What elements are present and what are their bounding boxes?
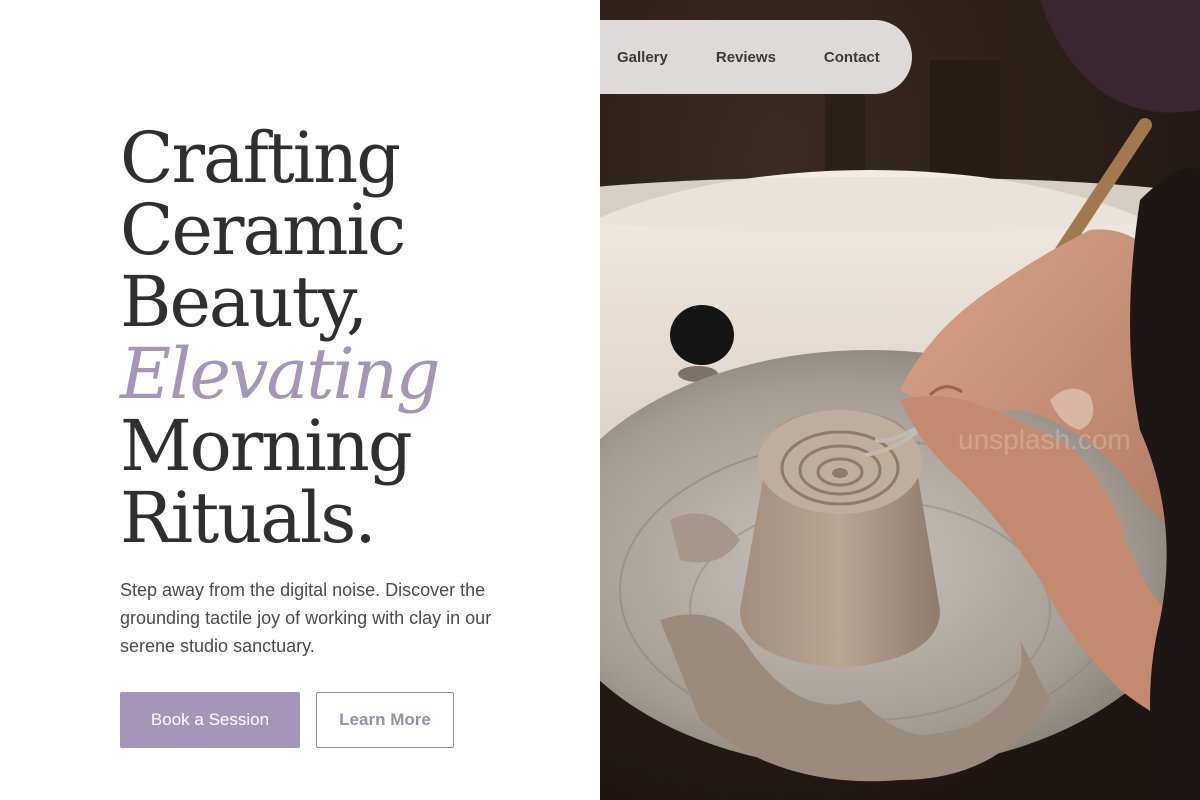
hero-description: Step away from the digital noise. Discov… xyxy=(120,580,492,656)
headline-line: Crafting xyxy=(120,117,401,199)
nav-link-contact[interactable]: Contact xyxy=(824,49,880,66)
headline-line: Ceramic xyxy=(120,189,406,271)
headline-line: Morning xyxy=(120,405,413,487)
hero-text-panel: Crafting Ceramic Beauty, Elevating Morni… xyxy=(0,0,600,800)
hero-headline: Crafting Ceramic Beauty, Elevating Morni… xyxy=(120,117,441,559)
nav-link-gallery[interactable]: Gallery xyxy=(617,49,668,66)
photo-watermark: unsplash.com xyxy=(958,424,1131,455)
top-navigation: Gallery Reviews Contact xyxy=(600,20,912,94)
learn-more-button[interactable]: Learn More xyxy=(316,692,454,748)
nav-link-reviews[interactable]: Reviews xyxy=(716,49,776,66)
headline-line: Rituals. xyxy=(120,477,377,559)
headline-line: Beauty, xyxy=(120,261,368,343)
headline-accent-line: Elevating xyxy=(120,333,441,415)
hero-photo-pottery-wheel xyxy=(600,0,1200,800)
book-session-button[interactable]: Book a Session xyxy=(120,692,300,748)
